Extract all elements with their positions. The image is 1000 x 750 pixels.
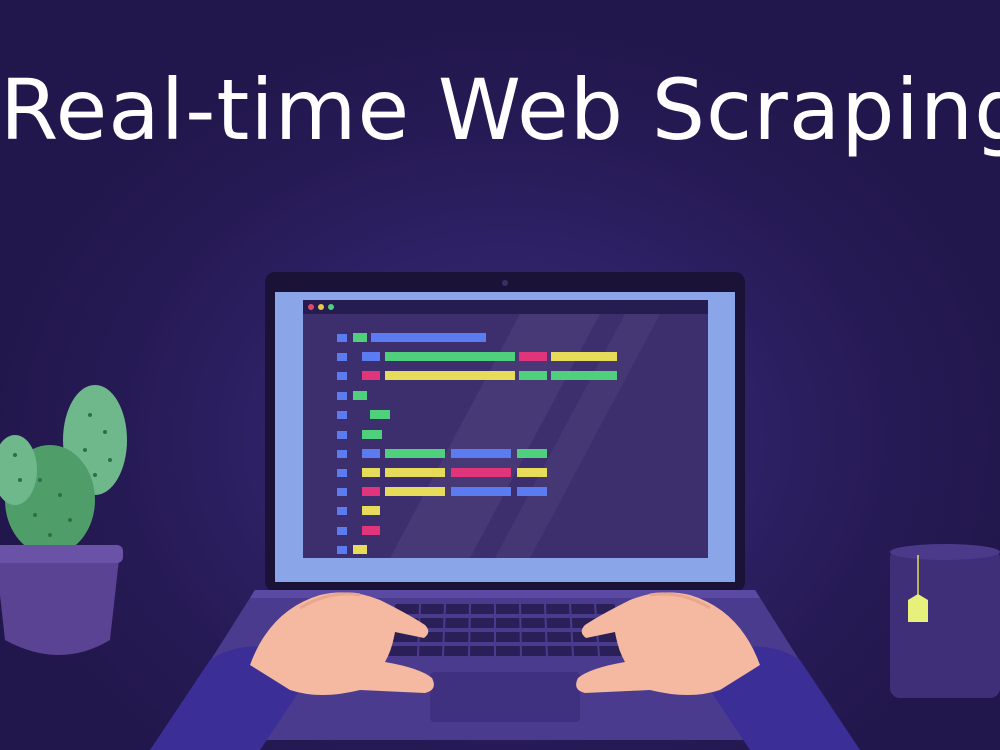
close-dot-icon [308,304,314,310]
minimize-dot-icon [318,304,324,310]
code-window [303,300,708,558]
mug-icon [890,544,1000,698]
maximize-dot-icon [328,304,334,310]
laptop-icon [265,272,745,592]
tea-tag-icon [908,594,928,622]
illustration [0,272,1000,750]
trackpad [430,672,580,722]
cactus-icon [0,385,127,655]
